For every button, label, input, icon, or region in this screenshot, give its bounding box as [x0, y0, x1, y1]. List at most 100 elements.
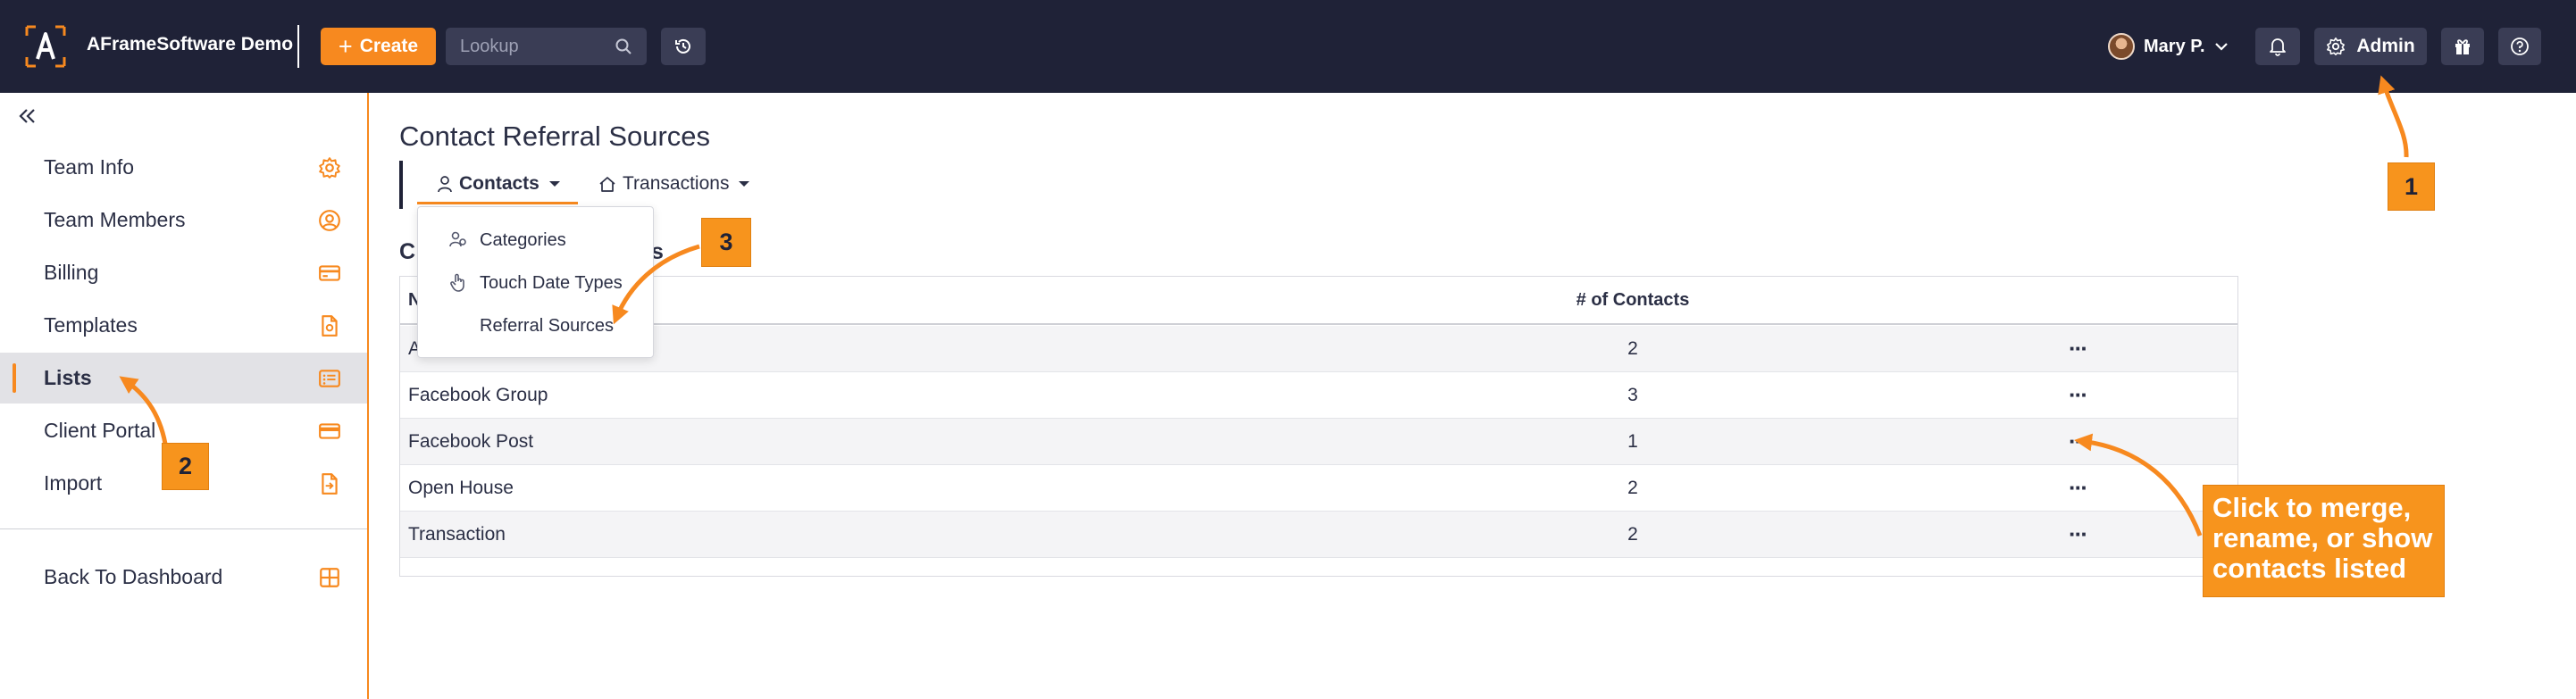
tab-transactions[interactable]: Transactions [598, 168, 750, 200]
sidebar-item-label: Team Members [44, 208, 186, 231]
menu-item-label: Touch Date Types [480, 273, 623, 293]
sidebar-item-team-info[interactable]: Team Info [0, 142, 367, 193]
table-row[interactable]: Facebook Post 1 ··· [400, 419, 2237, 465]
tab-transactions-label: Transactions [623, 173, 730, 194]
card-icon [319, 423, 340, 439]
home-icon [599, 177, 615, 192]
tab-contacts-label: Contacts [459, 173, 539, 194]
menu-item-referral-sources[interactable]: Referral Sources [418, 305, 653, 345]
contact-count: 1 [1627, 431, 1638, 452]
list-icon [319, 370, 340, 387]
aframe-logo-icon[interactable] [25, 25, 66, 68]
recent-history-button[interactable] [661, 28, 706, 65]
section-heading: Cs [399, 239, 664, 264]
sidebar-divider [0, 528, 367, 529]
active-tab-underline [417, 202, 578, 204]
back-to-dashboard-label: Back To Dashboard [44, 565, 223, 588]
source-name: Open House [408, 478, 514, 498]
app-title: AFrameSoftware Demo [87, 34, 294, 54]
back-to-dashboard-link[interactable]: Back To Dashboard [0, 552, 367, 603]
row-actions-menu[interactable]: ··· [2062, 519, 2094, 549]
annotation-badge-1: 1 [2388, 162, 2435, 211]
sidebar-item-label: Client Portal [44, 419, 156, 442]
callout-line: Click to merge, [2212, 492, 2412, 523]
avatar [2108, 33, 2135, 60]
sidebar-item-lists[interactable]: Lists [0, 353, 367, 404]
callout-line: contacts listed [2212, 553, 2407, 584]
table-row[interactable]: Facebook Group 3 ··· [400, 372, 2237, 419]
annotation-badge-2: 2 [162, 443, 209, 490]
document-icon [322, 315, 338, 337]
sidebar-item-label: Templates [44, 313, 138, 337]
lookup-input[interactable] [446, 28, 615, 65]
table-row[interactable]: Open House 2 ··· [400, 465, 2237, 512]
history-icon [675, 38, 690, 54]
user-name: Mary P. [2144, 36, 2205, 56]
callout-line: rename, or show [2212, 522, 2433, 553]
contact-count: 2 [1627, 338, 1638, 359]
hand-pointer-icon [450, 273, 464, 292]
dashboard-grid-icon [320, 568, 339, 587]
tabs-accent-bar [399, 161, 403, 209]
contacts-dropdown-menu: Categories Touch Date Types Referral Sou… [417, 206, 654, 358]
menu-item-categories[interactable]: Categories [418, 220, 653, 259]
gear-icon [2327, 37, 2346, 55]
top-navigation-bar: AFrameSoftware Demo + Create Mary P. [0, 0, 2576, 93]
referral-sources-table: N # of Contacts A 2 ··· Facebook Group 3… [399, 276, 2238, 577]
sidebar-item-billing[interactable]: Billing [0, 247, 367, 298]
row-actions-menu[interactable]: ··· [2062, 472, 2094, 503]
annotation-callout: Click to merge, rename, or show contacts… [2203, 485, 2445, 597]
menu-item-label: Categories [480, 230, 566, 250]
help-icon [2511, 37, 2529, 55]
tab-contacts[interactable]: Contacts [437, 168, 560, 200]
user-circle-icon [319, 210, 340, 231]
contact-count: 3 [1627, 385, 1638, 405]
plus-icon: + [338, 32, 353, 60]
caret-down-icon [739, 181, 750, 187]
active-indicator [13, 363, 16, 393]
source-name: Transaction [408, 524, 506, 545]
source-name: Facebook Post [408, 431, 534, 452]
gear-icon [319, 157, 340, 179]
row-actions-menu[interactable]: ··· [2062, 333, 2094, 363]
annotation-badge-3: 3 [701, 218, 751, 267]
contact-count: 2 [1627, 478, 1638, 498]
source-name: Facebook Group [408, 385, 548, 405]
sidebar-item-team-members[interactable]: Team Members [0, 195, 367, 245]
table-row[interactable]: Transaction 2 ··· [400, 512, 2237, 558]
create-button[interactable]: + Create [321, 28, 436, 65]
user-menu[interactable]: Mary P. [2108, 30, 2229, 62]
topbar-divider [297, 25, 299, 68]
sidebar-item-label: Lists [44, 366, 92, 389]
sidebar-item-templates[interactable]: Templates [0, 300, 367, 351]
bell-icon [2270, 38, 2286, 56]
menu-item-touch-date-types[interactable]: Touch Date Types [418, 262, 653, 302]
credit-card-icon [319, 265, 340, 281]
import-file-icon [322, 473, 338, 495]
gift-icon [2455, 39, 2470, 54]
table-header: N # of Contacts [400, 277, 2237, 325]
table-row[interactable]: A 2 ··· [400, 326, 2237, 372]
notifications-button[interactable] [2255, 28, 2300, 65]
collapse-sidebar-icon[interactable] [16, 104, 39, 128]
row-actions-menu[interactable]: ··· [2062, 379, 2094, 410]
sidebar-item-label: Team Info [44, 155, 134, 179]
admin-sidebar: Team Info Team Members Billing Templates [0, 93, 369, 699]
column-header-contacts[interactable]: # of Contacts [1517, 290, 1749, 311]
menu-item-label: Referral Sources [480, 316, 615, 336]
search-icon[interactable] [615, 37, 632, 55]
people-icon [449, 231, 466, 247]
admin-button[interactable]: Admin [2314, 28, 2427, 65]
admin-button-label: Admin [2356, 36, 2415, 56]
contact-count: 2 [1627, 524, 1638, 545]
page-title: Contact Referral Sources [399, 121, 711, 152]
sidebar-item-label: Billing [44, 261, 99, 284]
create-button-label: Create [359, 36, 419, 56]
help-button[interactable] [2498, 28, 2541, 65]
gift-button[interactable] [2441, 28, 2484, 65]
sidebar-item-label: Import [44, 471, 103, 495]
lookup-search[interactable] [446, 28, 647, 65]
chevron-down-icon [2214, 43, 2228, 51]
person-icon [438, 176, 452, 193]
row-actions-menu[interactable]: ··· [2062, 426, 2094, 456]
